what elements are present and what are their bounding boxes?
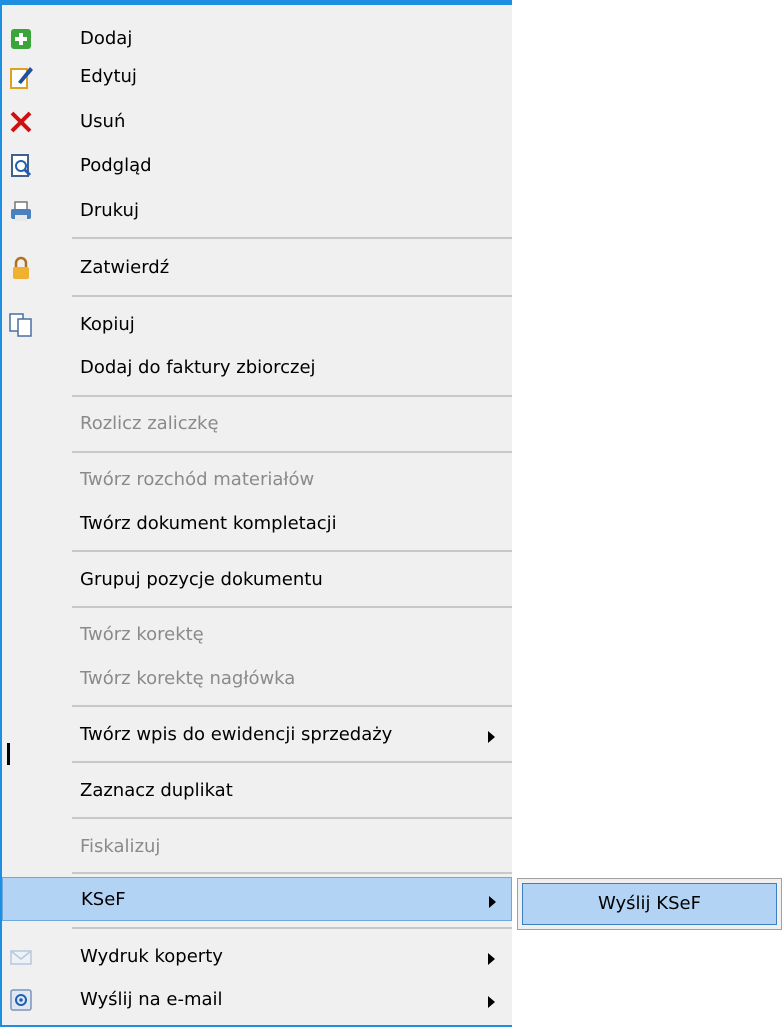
menu-item-label: Twórz korektę nagłówka [80,668,296,689]
menu-separator [72,761,512,763]
copy-icon [9,313,32,337]
email-icon [10,989,32,1011]
menu-separator [72,817,512,819]
menu-separator [72,705,512,707]
menu-item-grupuj-pozycje-dokumentu[interactable]: Grupuj pozycje dokumentu [2,558,512,602]
print-icon [11,201,31,221]
menu-item-label: Twórz wpis do ewidencji sprzedaży [80,724,393,745]
menu-separator [72,451,512,453]
menu-item-drukuj[interactable]: Drukuj [2,189,512,233]
menu-item-zaznacz-duplikat[interactable]: Zaznacz duplikat [2,769,512,813]
menu-item-usun[interactable]: Usuń [2,100,512,144]
menu-item-label: Fiskalizuj [80,836,161,857]
menu-separator [72,606,512,608]
menu-item-label: Kopiuj [80,314,135,335]
menu-item-label: KSeF [81,889,126,910]
menu-item-tworz-dokument-kompletacji[interactable]: Twórz dokument kompletacji [2,502,512,546]
submenu-arrow-icon [488,953,495,965]
menu-item-ksef[interactable]: KSeF [2,877,512,921]
menu-item-label: Grupuj pozycje dokumentu [80,569,323,590]
add-icon [11,29,31,49]
menu-separator [72,237,512,239]
menu-item-label: Twórz dokument kompletacji [80,513,337,534]
menu-item-wydruk-koperty[interactable]: Wydruk koperty [2,935,512,979]
menu-separator [72,395,512,397]
menu-item-label: Edytuj [80,66,137,87]
delete-icon [10,111,32,133]
submenu-arrow-icon [489,896,496,908]
menu-item-label: Wydruk koperty [80,946,223,967]
menu-item-label: Podgląd [80,155,152,176]
menu-item-tworz-korekte[interactable]: Twórz korektę [2,613,512,657]
menu-item-label: Rozlicz zaliczkę [80,413,219,434]
envelope-icon [10,950,32,965]
menu-item-label: Dodaj do faktury zbiorczej [80,357,316,378]
edit-icon [10,67,33,89]
lock-icon [13,256,29,279]
context-menu: Dodaj Edytuj Usuń Podgląd Drukuj Zatwier… [0,0,512,1027]
ksef-submenu: Wyślij KSeF [517,878,782,930]
submenu-item-label: Wyślij KSeF [598,893,701,914]
menu-separator [72,872,512,874]
submenu-arrow-icon [488,996,495,1008]
menu-item-label: Usuń [80,111,126,132]
menu-item-label: Twórz korektę [80,624,204,645]
menu-item-fiskalizuj[interactable]: Fiskalizuj [2,825,512,869]
menu-item-tworz-wpis-do-ewidencji-sprzedazy[interactable]: Twórz wpis do ewidencji sprzedaży [2,713,512,757]
menu-item-rozlicz-zaliczke[interactable]: Rozlicz zaliczkę [2,402,512,446]
menu-item-label: Wyślij na e-mail [80,989,223,1010]
menu-item-label: Zaznacz duplikat [80,780,233,801]
submenu-arrow-icon [488,731,495,743]
menu-item-label: Twórz rozchód materiałów [80,469,315,490]
menu-item-zatwierdz[interactable]: Zatwierdź [2,246,512,290]
menu-item-wyslij-na-email[interactable]: Wyślij na e-mail [2,978,512,1022]
submenu-item-wyslij-ksef[interactable]: Wyślij KSeF [522,883,777,925]
cursor-caret [7,743,10,765]
menu-separator [72,295,512,297]
menu-item-kopiuj[interactable]: Kopiuj [2,303,512,347]
menu-item-label: Zatwierdź [80,257,170,278]
menu-item-dodaj-do-faktury-zbiorczej[interactable]: Dodaj do faktury zbiorczej [2,346,512,390]
preview-icon [11,154,32,177]
menu-item-label: Drukuj [80,200,139,221]
menu-separator [72,927,512,929]
menu-item-edytuj[interactable]: Edytuj [2,55,512,99]
menu-item-tworz-rozchod-materialow[interactable]: Twórz rozchód materiałów [2,458,512,502]
menu-separator [72,550,512,552]
menu-item-podglad[interactable]: Podgląd [2,144,512,188]
menu-item-tworz-korekte-naglowka[interactable]: Twórz korektę nagłówka [2,657,512,701]
